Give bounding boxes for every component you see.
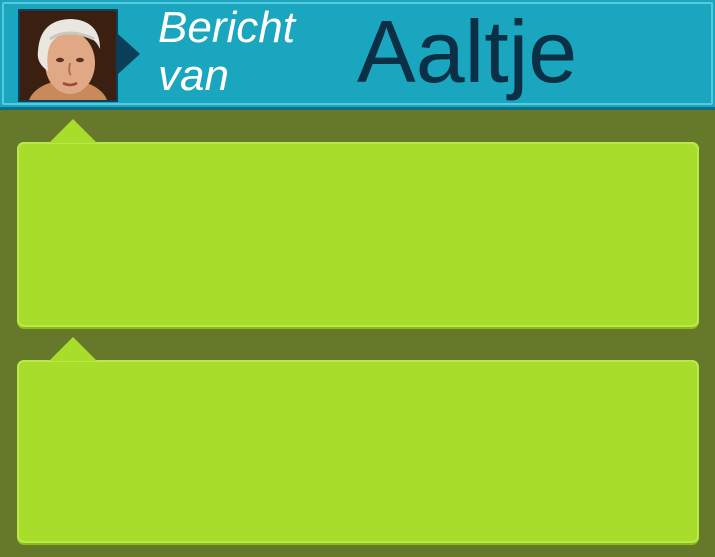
message-bubble [17, 337, 699, 543]
header-subtitle: Bericht van [158, 3, 295, 100]
header-pointer-arrow [118, 34, 140, 74]
bubble-tail [49, 119, 97, 143]
sender-name: Aaltje [357, 2, 578, 101]
woman-portrait-icon [18, 9, 118, 102]
bubble-tail [49, 337, 97, 361]
message-header: Bericht van Aaltje [0, 0, 715, 110]
message-bubble [17, 119, 699, 327]
